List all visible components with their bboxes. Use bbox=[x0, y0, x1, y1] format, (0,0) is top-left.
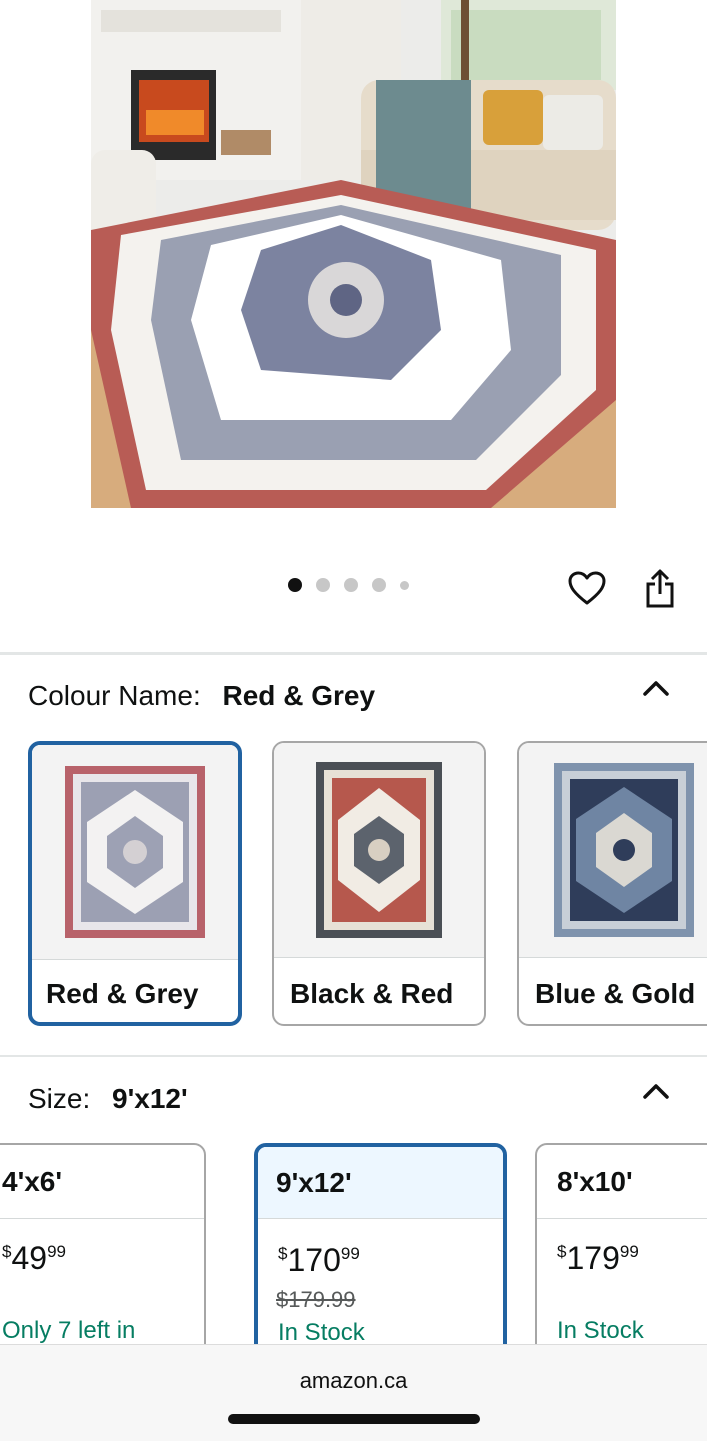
page-dot[interactable] bbox=[344, 578, 358, 592]
page-dot[interactable] bbox=[372, 578, 386, 592]
size-option-label: 4'x6' bbox=[0, 1145, 204, 1219]
size-option-9x12[interactable]: 9'x12' $17099 $179.99 In Stock bbox=[254, 1143, 507, 1373]
chevron-up-icon bbox=[643, 681, 669, 696]
swatch-label: Blue & Gold bbox=[535, 978, 696, 1009]
colour-label: Colour Name: bbox=[28, 680, 201, 711]
colour-option-black-red[interactable]: Black & Red bbox=[272, 741, 486, 1026]
stock-status: In Stock bbox=[278, 1319, 365, 1346]
size-option-label: 8'x10' bbox=[537, 1145, 707, 1219]
colour-value: Red & Grey bbox=[222, 680, 376, 711]
stock-status: Only 7 left in bbox=[2, 1317, 136, 1344]
size-option-price: $17999 bbox=[557, 1240, 639, 1276]
favorite-button[interactable] bbox=[566, 567, 608, 609]
colour-option-blue-gold[interactable]: Blue & Gold bbox=[517, 741, 707, 1026]
size-option-label: 9'x12' bbox=[258, 1147, 503, 1219]
image-pagination[interactable] bbox=[288, 578, 409, 592]
page-dot[interactable] bbox=[288, 578, 302, 592]
swatch-image bbox=[519, 743, 707, 958]
colour-option-red-grey[interactable]: Red & Grey bbox=[28, 741, 242, 1026]
list-price: $179.99 bbox=[276, 1287, 356, 1312]
swatch-image bbox=[274, 743, 484, 958]
size-heading: Size: 9'x12' bbox=[28, 1083, 188, 1115]
product-image[interactable] bbox=[91, 0, 616, 508]
page-dot[interactable] bbox=[316, 578, 330, 592]
swatch-image bbox=[32, 745, 238, 960]
section-divider bbox=[0, 1055, 707, 1057]
colour-collapse-button[interactable] bbox=[640, 676, 672, 700]
share-icon bbox=[646, 569, 674, 608]
colour-heading: Colour Name: Red & Grey bbox=[28, 680, 375, 712]
swatch-label: Red & Grey bbox=[46, 978, 199, 1009]
size-collapse-button[interactable] bbox=[640, 1079, 672, 1103]
page-dot[interactable] bbox=[400, 580, 409, 590]
size-option-price: $4999 bbox=[2, 1240, 66, 1276]
size-label: Size: bbox=[28, 1083, 91, 1114]
share-button[interactable] bbox=[640, 566, 680, 610]
size-option-4x6[interactable]: 4'x6' $4999 Only 7 left in bbox=[0, 1143, 206, 1373]
size-option-8x10[interactable]: 8'x10' $17999 In Stock bbox=[535, 1143, 707, 1373]
chevron-up-icon bbox=[643, 1084, 669, 1099]
swatch-label: Black & Red bbox=[290, 978, 454, 1009]
heart-icon bbox=[568, 571, 606, 605]
url-label[interactable]: amazon.ca bbox=[0, 1368, 707, 1394]
stock-status: In Stock bbox=[557, 1317, 644, 1344]
section-divider bbox=[0, 652, 707, 655]
size-value: 9'x12' bbox=[112, 1083, 188, 1114]
size-option-price: $17099 bbox=[278, 1242, 360, 1278]
home-indicator[interactable] bbox=[228, 1414, 480, 1424]
